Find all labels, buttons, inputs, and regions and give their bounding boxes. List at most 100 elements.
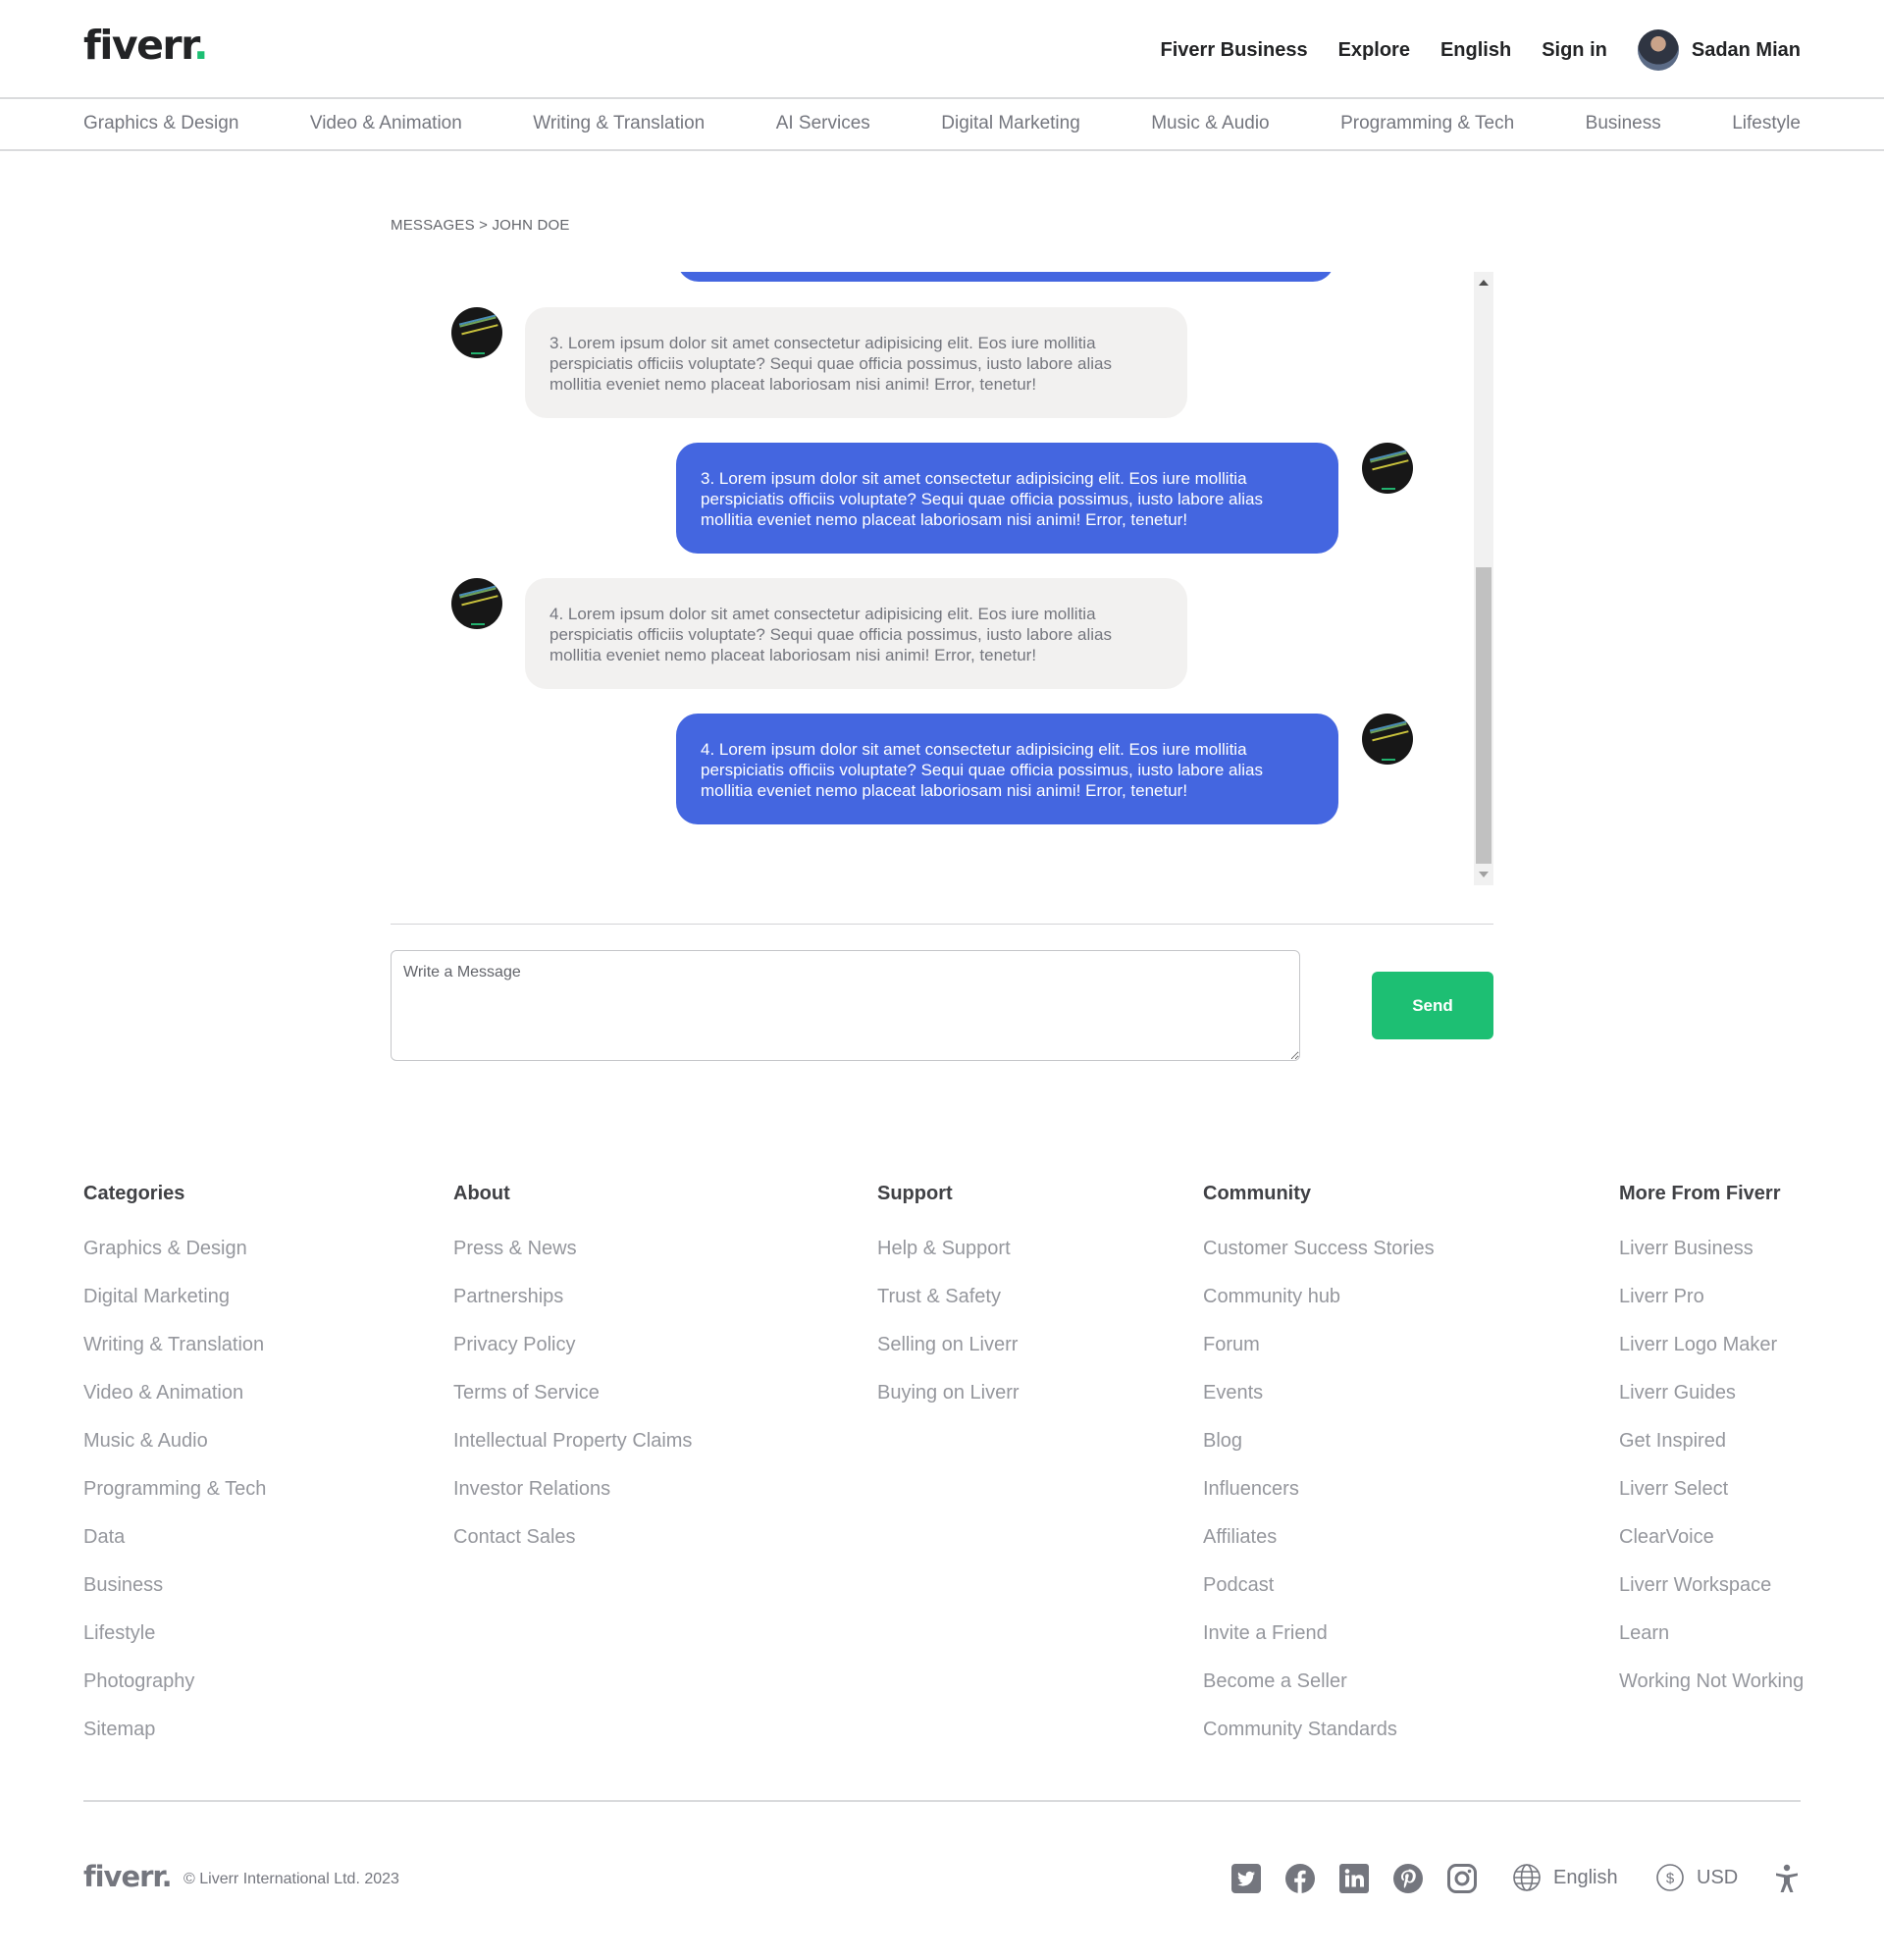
footer-link[interactable]: Photography (83, 1658, 266, 1706)
message-bubble-outgoing: 3. Lorem ipsum dolor sit amet consectetu… (676, 443, 1338, 554)
avatar (1362, 714, 1413, 765)
top-nav: Fiverr Business Explore English Sign in … (1130, 28, 1801, 72)
footer-link[interactable]: Working Not Working (1619, 1658, 1804, 1706)
avatar (1362, 443, 1413, 494)
footer-link[interactable]: Help & Support (877, 1225, 1020, 1273)
footer-link[interactable]: Events (1203, 1369, 1435, 1417)
svg-text:$: $ (1666, 1871, 1675, 1887)
footer-link[interactable]: Terms of Service (453, 1369, 692, 1417)
footer-link[interactable]: Buying on Liverr (877, 1369, 1020, 1417)
footer-heading: Community (1203, 1183, 1311, 1204)
logo-text: fiverr (83, 22, 195, 69)
footer-link[interactable]: Liverr Select (1619, 1465, 1804, 1513)
footer-language-label[interactable]: English (1553, 1867, 1618, 1889)
footer-column-more-from-fiverr: More From Fiverr Liverr Business Liverr … (1619, 1183, 1804, 1706)
footer-link[interactable]: Press & News (453, 1225, 692, 1273)
category-music-audio[interactable]: Music & Audio (1151, 113, 1269, 134)
footer-heading: About (453, 1183, 510, 1204)
footer-link[interactable]: Affiliates (1203, 1513, 1435, 1562)
footer-link[interactable]: Trust & Safety (877, 1273, 1020, 1321)
send-button[interactable]: Send (1372, 972, 1493, 1039)
scrollbar-thumb[interactable] (1476, 567, 1492, 864)
footer-link[interactable]: Video & Animation (83, 1369, 266, 1417)
footer-link[interactable]: Sitemap (83, 1706, 266, 1754)
avatar[interactable] (1637, 29, 1679, 71)
message-bubble-incoming: 4. Lorem ipsum dolor sit amet consectetu… (525, 578, 1187, 689)
category-programming-tech[interactable]: Programming & Tech (1340, 113, 1514, 134)
footer-link[interactable]: Intellectual Property Claims (453, 1417, 692, 1465)
footer-link[interactable]: Become a Seller (1203, 1658, 1435, 1706)
footer-link[interactable]: Community hub (1203, 1273, 1435, 1321)
footer-link[interactable]: Contact Sales (453, 1513, 692, 1562)
nav-language[interactable]: English (1440, 28, 1511, 72)
footer-link[interactable]: Digital Marketing (83, 1273, 266, 1321)
footer-language-selector[interactable]: English (1512, 1863, 1618, 1892)
footer-link[interactable]: Programming & Tech (83, 1465, 266, 1513)
footer-link[interactable]: Selling on Liverr (877, 1321, 1020, 1369)
footer-heading: Support (877, 1183, 953, 1204)
footer-link[interactable]: Liverr Logo Maker (1619, 1321, 1804, 1369)
message-input[interactable] (391, 950, 1300, 1061)
linkedin-icon[interactable] (1338, 1863, 1370, 1894)
footer-link[interactable]: Learn (1619, 1610, 1804, 1658)
footer-column-about: About Press & News Partnerships Privacy … (453, 1183, 692, 1562)
user-profile[interactable]: Sadan Mian (1637, 29, 1801, 71)
footer-link[interactable]: Music & Audio (83, 1417, 266, 1465)
category-business[interactable]: Business (1586, 113, 1661, 134)
accessibility-icon[interactable] (1771, 1863, 1801, 1894)
twitter-icon[interactable] (1230, 1863, 1262, 1894)
category-ai-services[interactable]: AI Services (776, 113, 870, 134)
user-name[interactable]: Sadan Mian (1692, 39, 1801, 62)
scroll-up-arrow-icon[interactable] (1479, 280, 1489, 286)
footer-column-community: Community Customer Success Stories Commu… (1203, 1183, 1435, 1754)
footer-link[interactable]: Privacy Policy (453, 1321, 692, 1369)
footer-link[interactable]: Customer Success Stories (1203, 1225, 1435, 1273)
fiverr-logo[interactable]: fiverr. (83, 22, 209, 69)
nav-explore[interactable]: Explore (1338, 28, 1410, 72)
category-writing-translation[interactable]: Writing & Translation (533, 113, 705, 134)
nav-sign-in[interactable]: Sign in (1542, 28, 1607, 72)
footer-link[interactable]: Liverr Business (1619, 1225, 1804, 1273)
footer-link[interactable]: Invite a Friend (1203, 1610, 1435, 1658)
footer-currency-label[interactable]: USD (1697, 1867, 1738, 1889)
footer-link[interactable]: Liverr Guides (1619, 1369, 1804, 1417)
logo-dot: . (193, 22, 209, 69)
footer-logo[interactable]: fiverr. (83, 1860, 173, 1893)
pinterest-icon[interactable] (1392, 1863, 1424, 1894)
footer-link[interactable]: Investor Relations (453, 1465, 692, 1513)
footer-link[interactable]: Lifestyle (83, 1610, 266, 1658)
globe-icon (1513, 1864, 1541, 1891)
divider (391, 924, 1493, 925)
breadcrumb[interactable]: MESSAGES > JOHN DOE (391, 217, 570, 234)
footer-link[interactable]: Liverr Pro (1619, 1273, 1804, 1321)
instagram-icon[interactable] (1446, 1863, 1478, 1894)
footer-link[interactable]: Community Standards (1203, 1706, 1435, 1754)
footer-link[interactable]: Business (83, 1562, 266, 1610)
footer-link[interactable]: Podcast (1203, 1562, 1435, 1610)
footer-link[interactable]: Liverr Workspace (1619, 1562, 1804, 1610)
footer-link[interactable]: Writing & Translation (83, 1321, 266, 1369)
category-lifestyle[interactable]: Lifestyle (1732, 113, 1801, 134)
message-bubble-outgoing: 4. Lorem ipsum dolor sit amet consectetu… (676, 714, 1338, 824)
footer-link[interactable]: Graphics & Design (83, 1225, 266, 1273)
footer-link[interactable]: ClearVoice (1619, 1513, 1804, 1562)
footer-currency-selector[interactable]: $ USD (1655, 1863, 1738, 1892)
category-video-animation[interactable]: Video & Animation (310, 113, 462, 134)
footer-heading: Categories (83, 1183, 185, 1204)
nav-fiverr-business[interactable]: Fiverr Business (1161, 28, 1308, 72)
chat-scrollbar[interactable] (1474, 272, 1493, 885)
category-graphics-design[interactable]: Graphics & Design (83, 113, 238, 134)
footer-link[interactable]: Partnerships (453, 1273, 692, 1321)
scroll-down-arrow-icon[interactable] (1479, 872, 1489, 877)
message-thread[interactable]: 3. Lorem ipsum dolor sit amet consectetu… (391, 272, 1493, 885)
footer-link[interactable]: Blog (1203, 1417, 1435, 1465)
facebook-icon[interactable] (1284, 1863, 1316, 1894)
footer-link[interactable]: Data (83, 1513, 266, 1562)
footer-link[interactable]: Influencers (1203, 1465, 1435, 1513)
footer-link[interactable]: Forum (1203, 1321, 1435, 1369)
footer-link[interactable]: Get Inspired (1619, 1417, 1804, 1465)
footer-column-support: Support Help & Support Trust & Safety Se… (877, 1183, 1020, 1417)
avatar (451, 578, 502, 629)
category-digital-marketing[interactable]: Digital Marketing (941, 113, 1080, 134)
category-menu: Graphics & Design Video & Animation Writ… (0, 101, 1884, 151)
